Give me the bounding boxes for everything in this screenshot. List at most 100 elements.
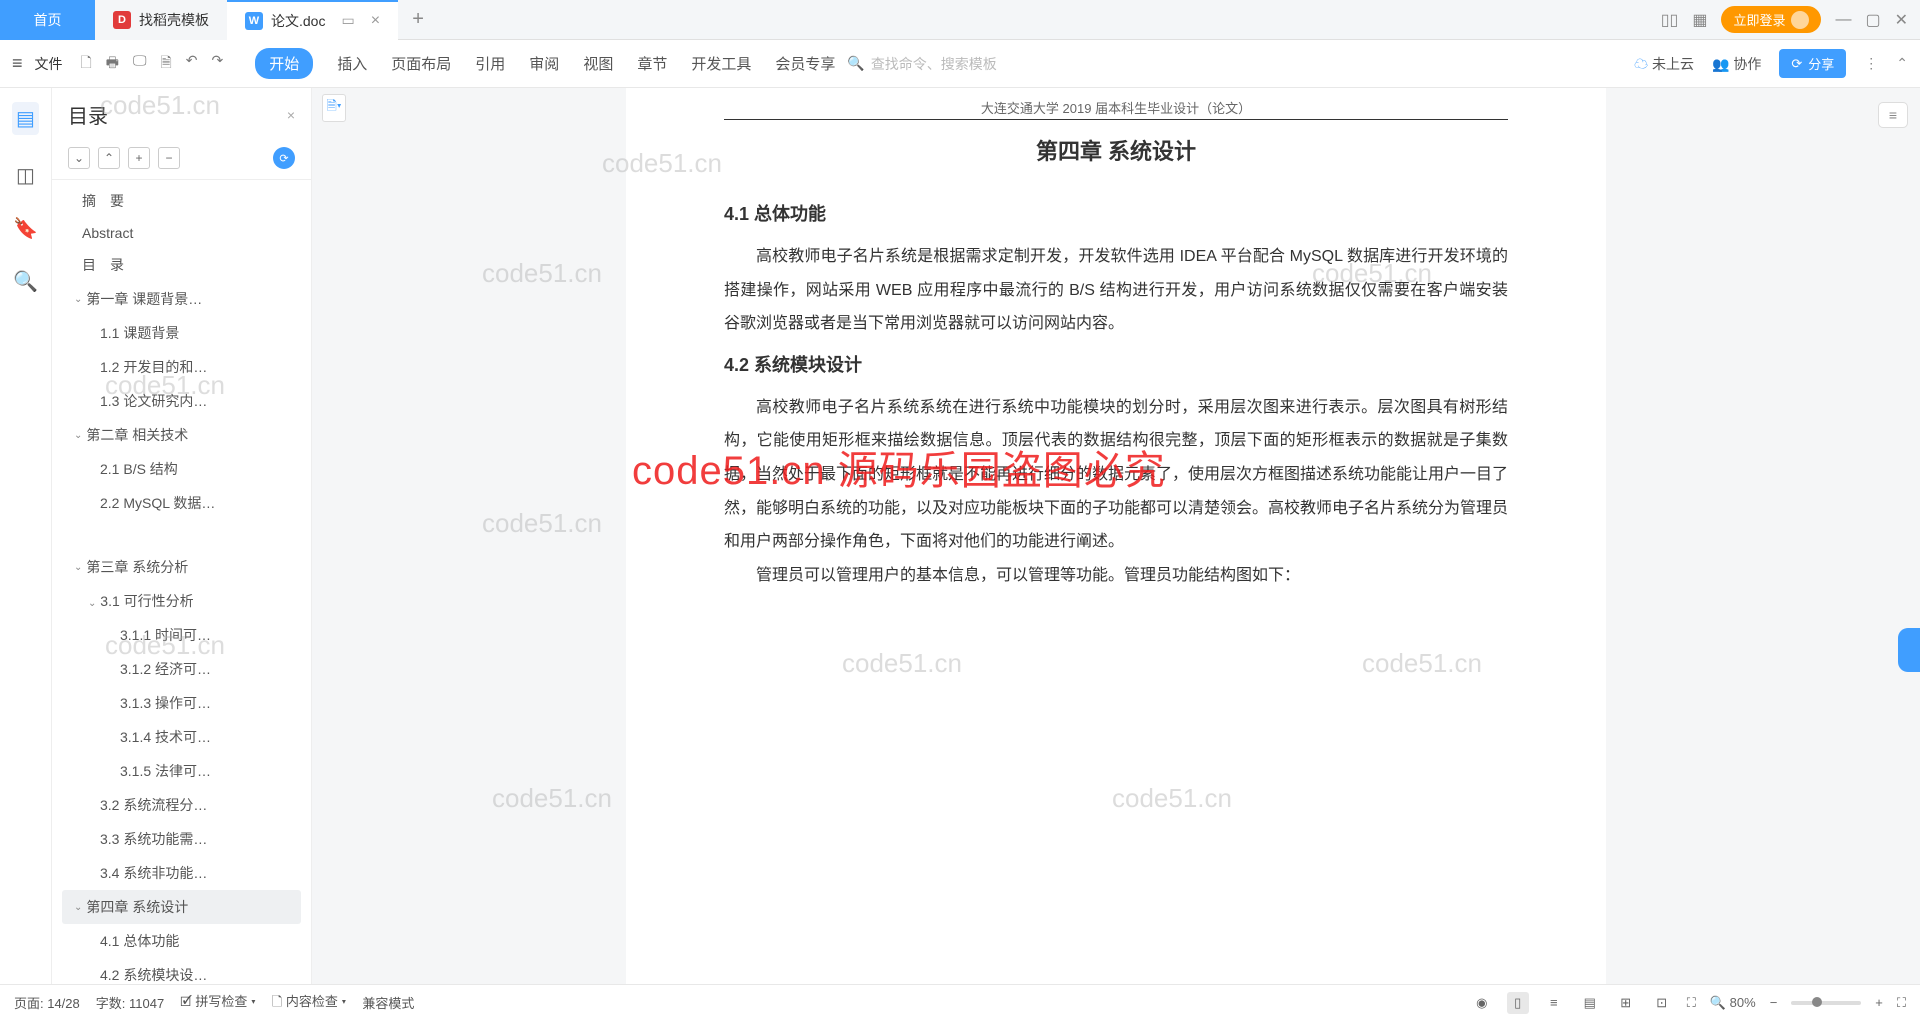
add-section-button[interactable]: + bbox=[128, 147, 150, 169]
ribbon-tab[interactable]: 开发工具 bbox=[691, 53, 751, 74]
toc-item[interactable]: 1.2 开发目的和… bbox=[62, 350, 301, 384]
minimize-button[interactable]: — bbox=[1835, 11, 1851, 29]
layout-icon[interactable]: ▯▯ bbox=[1661, 10, 1679, 30]
outline-icon[interactable]: ▤ bbox=[12, 102, 39, 135]
undo-icon[interactable]: ↶ bbox=[186, 52, 198, 76]
ribbon-tab[interactable]: 引用 bbox=[475, 53, 505, 74]
toc-item[interactable]: 3.1.1 时间可… bbox=[62, 618, 301, 652]
maximize-button[interactable]: ▢ bbox=[1865, 10, 1880, 30]
tab-templates[interactable]: D 找稻壳模板 bbox=[95, 0, 227, 40]
panel-close-icon[interactable]: × bbox=[287, 107, 295, 123]
watermark: code51.cn bbox=[492, 783, 612, 814]
toc-item[interactable]: 3.1.4 技术可… bbox=[62, 720, 301, 754]
toc-item[interactable]: 1.3 论文研究内… bbox=[62, 384, 301, 418]
toc-item[interactable]: 2.2 MySQL 数据… bbox=[62, 486, 301, 520]
view-web-icon[interactable]: ⊞ bbox=[1615, 992, 1637, 1014]
content-check-button[interactable]: 🗋 内容检查 ▾ bbox=[272, 991, 347, 1015]
ribbon-tab[interactable]: 插入 bbox=[337, 53, 367, 74]
fit-icon[interactable]: ⛶ bbox=[1687, 995, 1696, 1011]
view-page-icon[interactable]: ▯ bbox=[1507, 992, 1529, 1014]
collapse-all-button[interactable]: ⌄ bbox=[68, 147, 90, 169]
tab-label: 论文.doc bbox=[271, 11, 325, 31]
toc-item bbox=[62, 520, 301, 550]
tab-home[interactable]: 首页 bbox=[0, 0, 95, 40]
word-count[interactable]: 字数: 11047 bbox=[96, 993, 164, 1012]
qa-icon[interactable]: 🗋 bbox=[81, 52, 92, 76]
redo-icon[interactable]: ↷ bbox=[212, 52, 224, 76]
word-icon: W bbox=[245, 12, 263, 30]
doc-mode-icon[interactable]: 🗎▾ bbox=[322, 94, 346, 122]
zoom-level[interactable]: 🔍 80% bbox=[1710, 995, 1756, 1011]
toc-item[interactable]: 3.2 系统流程分… bbox=[62, 788, 301, 822]
apps-icon[interactable]: ▦ bbox=[1692, 10, 1707, 30]
ribbon-tab[interactable]: 章节 bbox=[637, 53, 667, 74]
collapse-icon[interactable]: ⌃ bbox=[1896, 55, 1908, 72]
ribbon-tab[interactable]: 页面布局 bbox=[391, 53, 451, 74]
qa-icon[interactable]: 🗎 bbox=[161, 52, 172, 76]
file-menu[interactable]: 文件 bbox=[35, 54, 63, 74]
toc-item[interactable]: 3.1.2 经济可… bbox=[62, 652, 301, 686]
toc-item[interactable]: ⌄ 3.1 可行性分析 bbox=[62, 584, 301, 618]
command-search[interactable]: 🔍 查找命令、搜索模板 bbox=[847, 54, 996, 74]
tab-document[interactable]: W 论文.doc ▭ × bbox=[227, 0, 398, 40]
qa-icon[interactable]: 🖶 bbox=[106, 52, 119, 76]
document-viewport[interactable]: 🗎▾ ≡ 大连交通大学 2019 届本科生毕业设计（论文） 第四章 系统设计 4… bbox=[312, 88, 1920, 984]
ribbon-tab[interactable]: 视图 bbox=[583, 53, 613, 74]
toc-item[interactable]: 1.1 课题背景 bbox=[62, 316, 301, 350]
bookmark-icon[interactable]: 🔖 bbox=[13, 216, 38, 241]
fullscreen-icon[interactable]: ⛶ bbox=[1897, 995, 1906, 1011]
toc-item[interactable]: 摘 要 bbox=[62, 184, 301, 218]
hamburger-icon[interactable]: ≡ bbox=[12, 53, 23, 74]
toc-item[interactable]: 3.4 系统非功能… bbox=[62, 856, 301, 890]
view-outline-icon[interactable]: ≡ bbox=[1543, 992, 1565, 1014]
share-button[interactable]: ⟳ 分享 bbox=[1779, 49, 1846, 78]
toc-item[interactable]: 4.1 总体功能 bbox=[62, 924, 301, 958]
ribbon-tab[interactable]: 开始 bbox=[255, 48, 313, 79]
collab-button[interactable]: 👥 协作 bbox=[1712, 54, 1761, 74]
login-button[interactable]: 立即登录 bbox=[1721, 6, 1821, 33]
tab-label: 找稻壳模板 bbox=[139, 10, 209, 30]
page-header: 大连交通大学 2019 届本科生毕业设计（论文） bbox=[724, 98, 1508, 120]
view-grid-icon[interactable]: ⊡ bbox=[1651, 992, 1673, 1014]
page-indicator[interactable]: 页面: 14/28 bbox=[14, 993, 80, 1012]
tab-close-icon[interactable]: × bbox=[371, 12, 380, 30]
document-page: 大连交通大学 2019 届本科生毕业设计（论文） 第四章 系统设计 4.1 总体… bbox=[626, 88, 1606, 984]
nav-icon[interactable]: ◫ bbox=[16, 163, 35, 188]
qa-icon[interactable]: 🖵 bbox=[133, 52, 147, 76]
toc-item[interactable]: 3.1.5 法律可… bbox=[62, 754, 301, 788]
toc-item[interactable]: 3.3 系统功能需… bbox=[62, 822, 301, 856]
expand-all-button[interactable]: ⌃ bbox=[98, 147, 120, 169]
more-icon[interactable]: ⋮ bbox=[1864, 55, 1878, 72]
toc-item[interactable]: ⌄ 第二章 相关技术 bbox=[62, 418, 301, 452]
toc-item[interactable]: Abstract bbox=[62, 218, 301, 248]
ribbon-tab[interactable]: 会员专享 bbox=[775, 53, 835, 74]
side-handle[interactable] bbox=[1898, 628, 1920, 672]
toc-item[interactable]: 2.1 B/S 结构 bbox=[62, 452, 301, 486]
toc-item[interactable]: 目 录 bbox=[62, 248, 301, 282]
section-title: 4.1 总体功能 bbox=[724, 200, 1508, 226]
paragraph: 高校教师电子名片系统系统在进行系统中功能模块的划分时，采用层次图来进行表示。层次… bbox=[724, 391, 1508, 559]
sync-icon[interactable]: ⟳ bbox=[273, 147, 295, 169]
tab-popout-icon[interactable]: ▭ bbox=[341, 12, 354, 29]
eye-icon[interactable]: ◉ bbox=[1471, 992, 1493, 1014]
right-panel-toggle[interactable]: ≡ bbox=[1878, 102, 1908, 128]
ribbon: ≡ 文件 🗋 🖶 🖵 🗎 ↶ ↷ 开始 插入 页面布局 引用 审阅 视图 章节 … bbox=[0, 40, 1920, 88]
status-bar: 页面: 14/28 字数: 11047 🗹 拼写检查 ▾ 🗋 内容检查 ▾ 兼容… bbox=[0, 984, 1920, 1020]
remove-section-button[interactable]: − bbox=[158, 147, 180, 169]
toc-item[interactable]: ⌄ 第一章 课题背景… bbox=[62, 282, 301, 316]
zoom-slider[interactable] bbox=[1791, 1001, 1861, 1005]
zoom-in-button[interactable]: + bbox=[1875, 995, 1883, 1010]
toc-item[interactable]: 3.1.3 操作可… bbox=[62, 686, 301, 720]
toc-item[interactable]: ⌄ 第三章 系统分析 bbox=[62, 550, 301, 584]
new-tab-button[interactable]: + bbox=[398, 8, 438, 31]
template-icon: D bbox=[113, 11, 131, 29]
view-read-icon[interactable]: ▤ bbox=[1579, 992, 1601, 1014]
spellcheck-button[interactable]: 🗹 拼写检查 ▾ bbox=[180, 991, 256, 1015]
cloud-status[interactable]: ☁ 未上云 bbox=[1634, 54, 1694, 74]
zoom-out-button[interactable]: − bbox=[1770, 995, 1778, 1010]
ribbon-tab[interactable]: 审阅 bbox=[529, 53, 559, 74]
toc-item[interactable]: 4.2 系统模块设… bbox=[62, 958, 301, 984]
close-button[interactable]: ✕ bbox=[1895, 10, 1908, 30]
find-icon[interactable]: 🔍 bbox=[13, 269, 38, 294]
toc-item[interactable]: ⌄ 第四章 系统设计 bbox=[62, 890, 301, 924]
